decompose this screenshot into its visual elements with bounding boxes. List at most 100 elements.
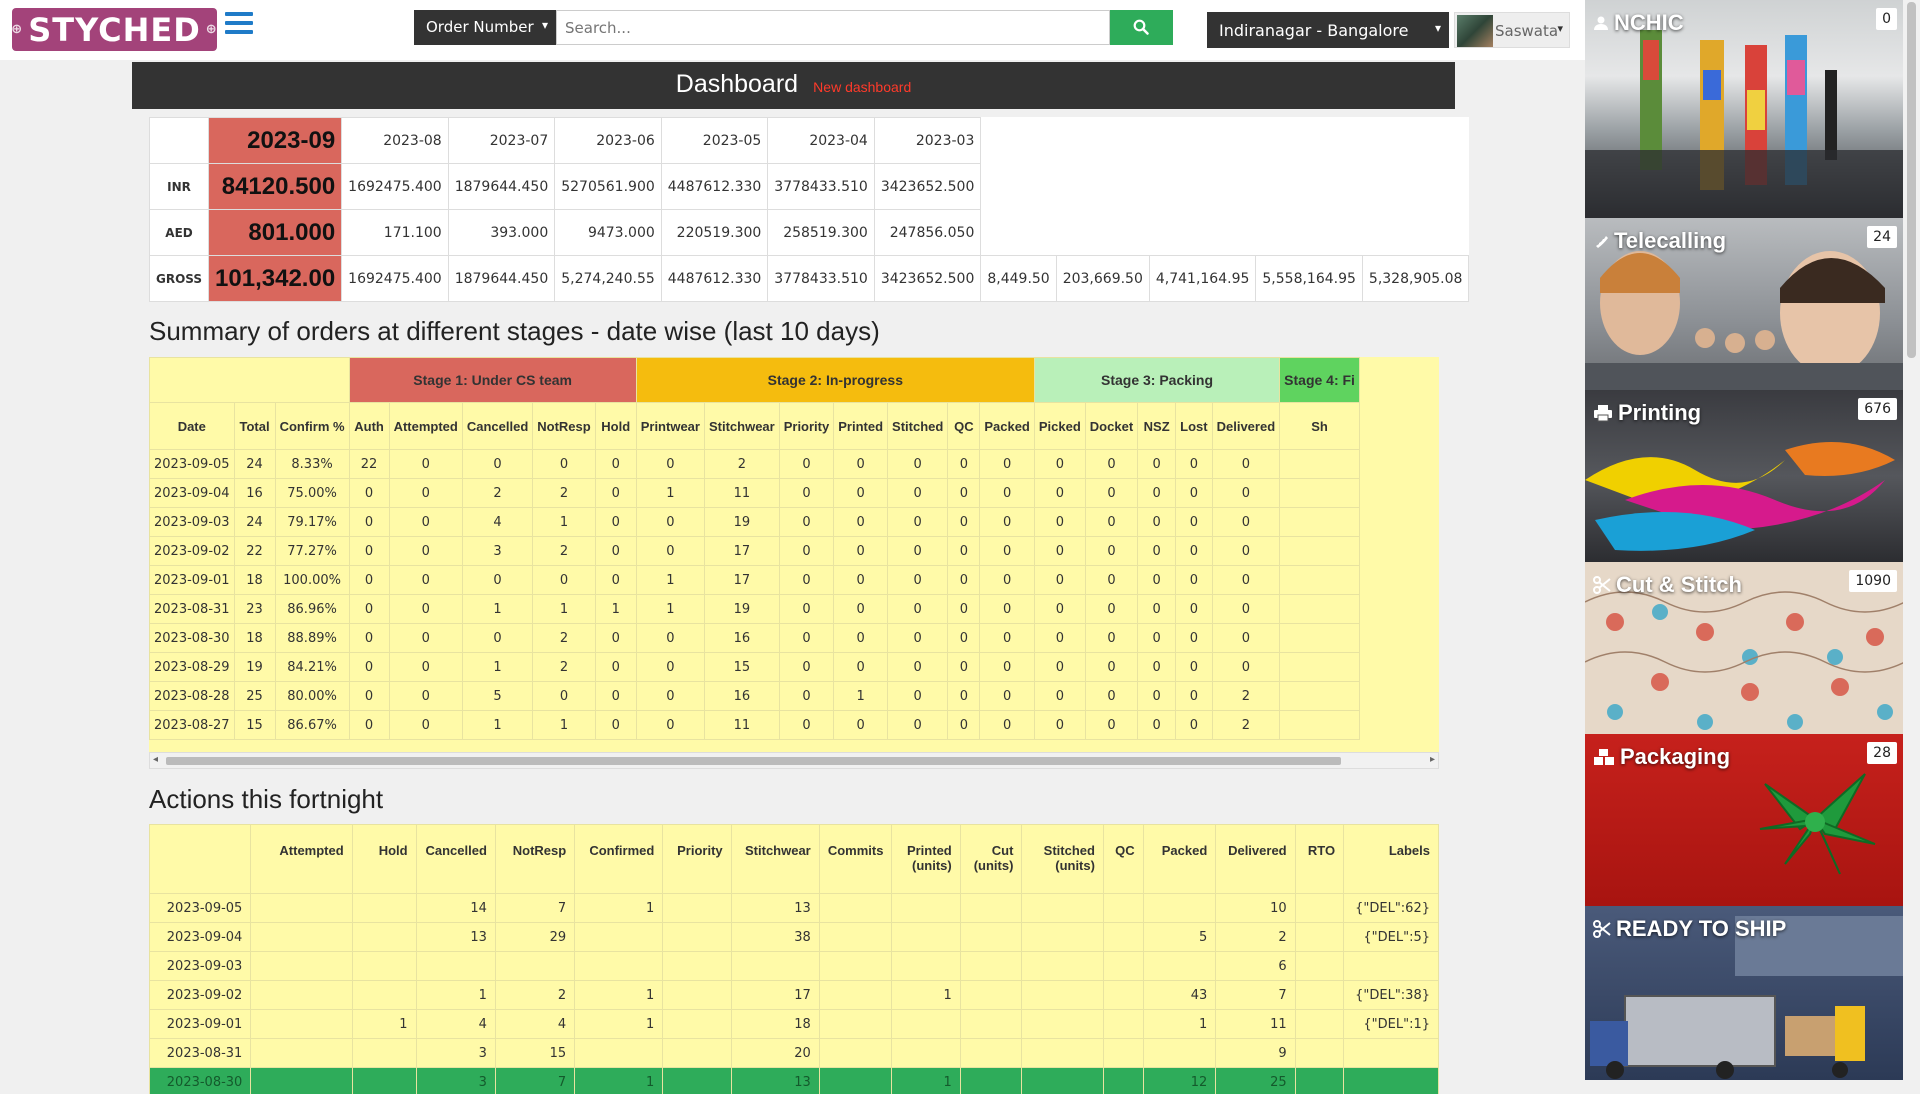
stage-column-header[interactable]: Attempted <box>389 403 462 450</box>
stage-column-header[interactable]: Picked <box>1034 403 1085 450</box>
stage-column-header[interactable]: Total <box>234 403 275 450</box>
actions-column-header[interactable]: Cut (units) <box>960 825 1022 894</box>
stage-column-header[interactable]: Date <box>150 403 235 450</box>
stage-cell: 0 <box>888 508 948 537</box>
stage-cell: 0 <box>389 566 462 595</box>
tile-ready-to-ship[interactable]: READY TO SHIP <box>1585 906 1903 1080</box>
stage-cell: 0 <box>1138 566 1176 595</box>
actions-column-header[interactable]: Attempted <box>251 825 352 894</box>
actions-cell: 2023-09-03 <box>150 952 251 981</box>
actions-column-header[interactable]: Delivered <box>1216 825 1295 894</box>
actions-cell: 14 <box>416 894 495 923</box>
stage-column-header[interactable]: Confirm % <box>275 403 349 450</box>
actions-column-header[interactable]: Commits <box>819 825 892 894</box>
scroll-right-arrow-icon[interactable]: ▸ <box>1430 754 1435 765</box>
summary-cell: 801.000 <box>209 210 342 256</box>
actions-column-header[interactable]: Stitched (units) <box>1022 825 1104 894</box>
stage-column-header[interactable]: NSZ <box>1138 403 1176 450</box>
table-row: 2023-09-022277.27%003200170000000000 <box>150 537 1360 566</box>
actions-cell <box>663 923 731 952</box>
stage-column-header[interactable]: Docket <box>1085 403 1137 450</box>
new-dashboard-link[interactable]: New dashboard <box>813 79 911 95</box>
stage-column-header[interactable]: Printed <box>834 403 888 450</box>
stage-column-header[interactable]: Auth <box>349 403 389 450</box>
actions-column-header[interactable]: Hold <box>352 825 416 894</box>
stage-header-4: Stage 4: Fi <box>1280 358 1360 403</box>
scroll-left-arrow-icon[interactable]: ◂ <box>153 754 158 765</box>
tile-title: Cut & Stitch <box>1616 572 1742 598</box>
stage-column-header[interactable]: NotResp <box>533 403 595 450</box>
tile-telecalling[interactable]: Telecalling 24 <box>1585 218 1903 390</box>
tile-nchic[interactable]: NCHIC 0 <box>1585 0 1903 218</box>
stages-table-container[interactable]: Stage 1: Under CS teamStage 2: In-progre… <box>149 357 1439 769</box>
user-menu[interactable]: Saswata ▾ <box>1454 12 1570 48</box>
stage-cell: 0 <box>1034 682 1085 711</box>
stage-cell: 0 <box>533 682 595 711</box>
stage-cell: 0 <box>1085 653 1137 682</box>
search-type-select[interactable]: Order Number ▾ <box>414 10 556 45</box>
stage-column-header[interactable]: Hold <box>595 403 636 450</box>
actions-column-header[interactable]: Packed <box>1143 825 1216 894</box>
actions-cell <box>663 1039 731 1068</box>
tile-cut-stitch[interactable]: Cut & Stitch 1090 <box>1585 562 1903 734</box>
actions-column-header[interactable]: Priority <box>663 825 731 894</box>
actions-cell: 38 <box>731 923 819 952</box>
stage-cell: 0 <box>1034 595 1085 624</box>
tile-printing[interactable]: Printing 676 <box>1585 390 1903 562</box>
tile-title: Telecalling <box>1614 228 1726 254</box>
actions-column-header[interactable]: Printed (units) <box>892 825 960 894</box>
stage-cell: 16 <box>704 682 779 711</box>
stage-column-header[interactable]: QC <box>948 403 980 450</box>
actions-column-header[interactable] <box>150 825 251 894</box>
actions-column-header[interactable]: NotResp <box>495 825 574 894</box>
stage-cell: 25 <box>234 682 275 711</box>
actions-column-header[interactable]: Labels <box>1344 825 1439 894</box>
actions-column-header[interactable]: Cancelled <box>416 825 495 894</box>
top-navbar: ⊕ STYCHED ⊕ Order Number ▾ Indiranagar -… <box>0 0 1585 60</box>
stage-column-header[interactable]: Stitchwear <box>704 403 779 450</box>
actions-column-header[interactable]: QC <box>1103 825 1143 894</box>
actions-cell: 2023-09-02 <box>150 981 251 1010</box>
actions-cell <box>819 952 892 981</box>
page-scrollbar-thumb[interactable] <box>1907 2 1916 358</box>
stage-cell: 0 <box>595 653 636 682</box>
search-input[interactable] <box>556 10 1110 45</box>
actions-cell <box>352 923 416 952</box>
stage-cell: 0 <box>779 479 834 508</box>
stage-column-header[interactable]: Cancelled <box>462 403 532 450</box>
stage-column-header[interactable]: Printwear <box>636 403 704 450</box>
actions-column-header[interactable]: Stitchwear <box>731 825 819 894</box>
actions-column-header[interactable]: RTO <box>1295 825 1343 894</box>
stage-cell: 0 <box>1034 566 1085 595</box>
actions-column-header[interactable]: Confirmed <box>575 825 663 894</box>
stage-column-header[interactable]: Priority <box>779 403 834 450</box>
stage-cell: 0 <box>595 566 636 595</box>
stage-column-header[interactable]: Stitched <box>888 403 948 450</box>
stage-column-header[interactable]: Packed <box>980 403 1035 450</box>
stage-column-header[interactable]: Delivered <box>1212 403 1280 450</box>
page-scrollbar[interactable] <box>1903 0 1920 1080</box>
stage-cell: 0 <box>1212 566 1280 595</box>
stage-cell: 2023-09-04 <box>150 479 235 508</box>
stage-cell: 0 <box>349 653 389 682</box>
stage-cell <box>1280 653 1360 682</box>
scrollbar-thumb[interactable] <box>166 757 1341 765</box>
horizontal-scrollbar[interactable]: ◂ ▸ <box>149 752 1439 769</box>
stage-cell: 2 <box>462 479 532 508</box>
actions-cell <box>1103 1068 1143 1094</box>
stage-column-header[interactable]: Sh <box>1280 403 1360 450</box>
stage-cell: 17 <box>704 537 779 566</box>
stage-column-header[interactable]: Lost <box>1176 403 1212 450</box>
brand-logo[interactable]: ⊕ STYCHED ⊕ <box>12 8 217 51</box>
stage-cell: 0 <box>779 450 834 479</box>
summary-row: AED801.000171.100393.0009473.000220519.3… <box>150 210 1469 256</box>
search-button[interactable] <box>1110 10 1173 45</box>
location-select[interactable]: Indiranagar - Bangalore ▾ <box>1207 12 1449 48</box>
stages-table: Stage 1: Under CS teamStage 2: In-progre… <box>149 357 1360 740</box>
actions-cell: 2023-09-05 <box>150 894 251 923</box>
hamburger-menu-icon[interactable] <box>225 12 253 36</box>
stage-cell: 0 <box>948 682 980 711</box>
tile-count-badge: 28 <box>1867 742 1897 764</box>
actions-cell <box>1103 981 1143 1010</box>
tile-packaging[interactable]: Packaging 28 <box>1585 734 1903 906</box>
